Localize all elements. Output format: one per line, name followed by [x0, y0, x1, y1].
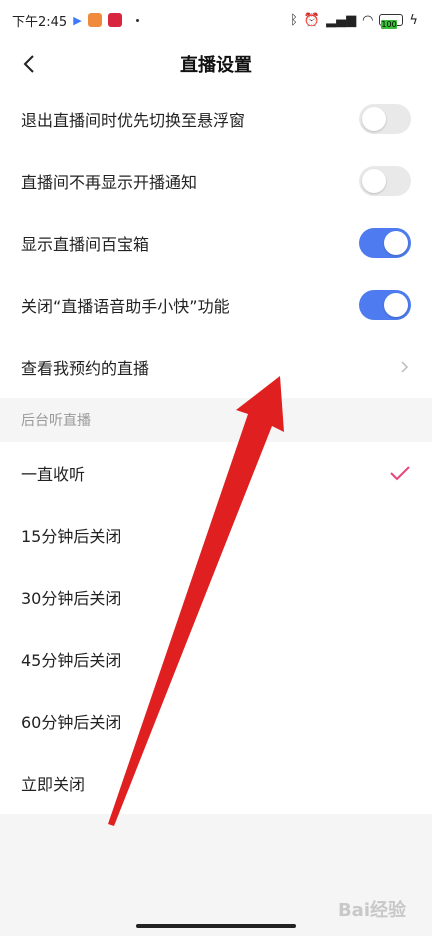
status-bar: 下午2:45 ▶ ᛒ ⏰ ▂▄▆ ◠ 100 ϟ — [0, 0, 432, 40]
option-60-min[interactable]: 60分钟后关闭 — [0, 690, 432, 752]
option-30-min[interactable]: 30分钟后关闭 — [0, 566, 432, 628]
chevron-right-icon — [401, 361, 409, 373]
notification-toggle[interactable] — [359, 166, 411, 196]
option-15-min[interactable]: 15分钟后关闭 — [0, 504, 432, 566]
alarm-icon: ⏰ — [303, 12, 321, 28]
floating-window-toggle[interactable] — [359, 104, 411, 134]
notification-app-icon — [87, 13, 102, 27]
watermark-logo: Bai经验 — [337, 900, 406, 921]
home-indicator[interactable] — [136, 924, 296, 928]
header: 直播设置 — [0, 40, 432, 88]
setting-row-notification[interactable]: 直播间不再显示开播通知 — [0, 150, 432, 212]
signal-icon: ▂▄▆ — [326, 12, 357, 28]
more-notifications-icon — [135, 18, 139, 22]
option-label: 一直收听 — [21, 465, 86, 484]
section-title: 后台听直播 — [21, 413, 91, 429]
setting-row-treasure-box[interactable]: 显示直播间百宝箱 — [0, 212, 432, 274]
background-listen-options: 一直收听 15分钟后关闭 30分钟后关闭 45分钟后关闭 60分钟后关闭 立即关… — [0, 442, 432, 814]
settings-list: 退出直播间时优先切换至悬浮窗 直播间不再显示开播通知 显示直播间百宝箱 关闭“直… — [0, 88, 432, 398]
setting-row-floating-window[interactable]: 退出直播间时优先切换至悬浮窗 — [0, 88, 432, 150]
battery-icon: 100 — [379, 14, 404, 29]
notification-app-icon-2 — [107, 13, 122, 27]
charging-icon: ϟ — [409, 12, 418, 28]
option-always-listen[interactable]: 一直收听 — [0, 442, 432, 504]
bluetooth-icon: ᛒ — [290, 12, 298, 28]
setting-label: 查看我预约的直播 — [21, 359, 150, 378]
option-45-min[interactable]: 45分钟后关闭 — [0, 628, 432, 690]
setting-label: 关闭“直播语音助手小快”功能 — [21, 297, 230, 316]
treasure-box-toggle[interactable] — [359, 228, 411, 258]
voice-assistant-toggle[interactable] — [359, 290, 411, 320]
back-arrow-icon[interactable] — [18, 52, 42, 76]
option-label: 30分钟后关闭 — [21, 589, 122, 608]
option-label: 立即关闭 — [21, 775, 86, 794]
setting-label: 直播间不再显示开播通知 — [21, 173, 198, 192]
section-header: 后台听直播 — [0, 398, 432, 442]
setting-row-voice-assistant[interactable]: 关闭“直播语音助手小快”功能 — [0, 274, 432, 336]
wifi-icon: ◠ — [362, 12, 374, 28]
option-label: 15分钟后关闭 — [21, 527, 122, 546]
video-app-icon: ▶ — [73, 13, 82, 27]
setting-label: 退出直播间时优先切换至悬浮窗 — [21, 111, 246, 130]
option-close-now[interactable]: 立即关闭 — [0, 752, 432, 814]
option-label: 45分钟后关闭 — [21, 651, 122, 670]
status-time: 下午2:45 — [12, 14, 68, 30]
checkmark-icon — [390, 466, 410, 481]
option-label: 60分钟后关闭 — [21, 713, 122, 732]
my-reserved-lives-link[interactable]: 查看我预约的直播 — [0, 336, 432, 398]
page-title: 直播设置 — [180, 55, 252, 76]
setting-label: 显示直播间百宝箱 — [21, 235, 150, 254]
